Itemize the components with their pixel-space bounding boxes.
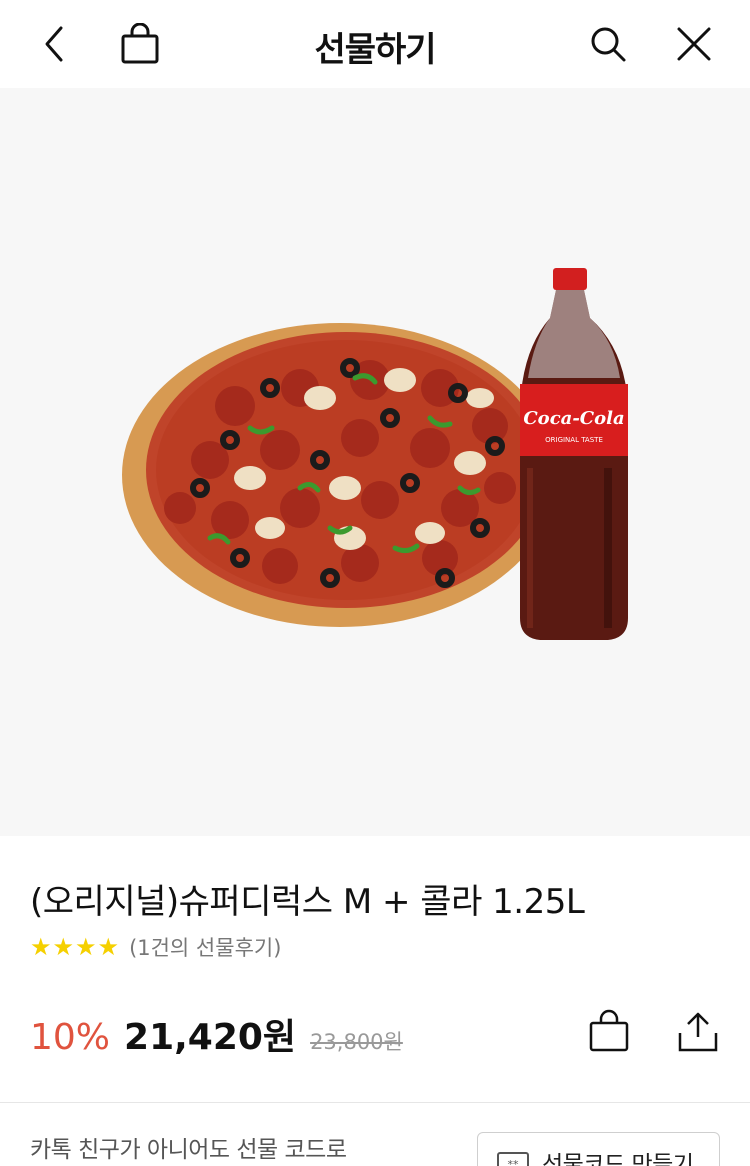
- star-icon: ★: [97, 933, 120, 961]
- product-image: Coca-Cola ORIGINAL TASTE: [0, 88, 750, 836]
- add-to-cart-button[interactable]: [584, 1006, 634, 1056]
- gift-code-description: 카톡 친구가 아니어도 선물 코드로: [30, 1137, 347, 1163]
- product-title: (오리지널)슈퍼디럭스 M + 콜라 1.25L: [30, 882, 585, 922]
- search-button[interactable]: [582, 18, 634, 70]
- search-icon: [591, 27, 626, 62]
- review-count[interactable]: (1건의 선물후기): [129, 932, 281, 962]
- price-row: 10% 21,420원 23,800원: [30, 1008, 403, 1058]
- pizza-cola-illustration: Coca-Cola ORIGINAL TASTE: [122, 268, 628, 640]
- star-icon: ★: [30, 933, 52, 961]
- svg-text:**: **: [508, 1158, 520, 1166]
- cola-logo-text: Coca-Cola: [523, 408, 624, 429]
- star-rating: ★ ★ ★ ★: [30, 934, 119, 960]
- share-button[interactable]: [673, 1006, 723, 1056]
- top-bar: 선물하기: [0, 0, 750, 88]
- page-title: 선물하기: [314, 30, 436, 70]
- gift-code-icon: **: [497, 1152, 529, 1166]
- sale-price: 21,420원: [124, 1017, 297, 1058]
- star-icon: ★: [52, 933, 75, 961]
- discount-rate: 10%: [30, 1017, 111, 1058]
- original-price: 23,800원: [310, 1030, 403, 1054]
- share-icon: [678, 1012, 718, 1052]
- close-button[interactable]: [668, 18, 720, 70]
- section-divider: [0, 1102, 750, 1103]
- cola-bottle-image: Coca-Cola ORIGINAL TASTE: [520, 268, 628, 640]
- pizza-image: [122, 323, 558, 627]
- create-gift-code-button[interactable]: ** 선물코드 만들기: [477, 1132, 720, 1166]
- close-icon: [677, 27, 711, 61]
- cola-sublabel-text: ORIGINAL TASTE: [545, 436, 603, 444]
- create-gift-code-label: 선물코드 만들기: [542, 1152, 694, 1166]
- rating-row[interactable]: ★ ★ ★ ★ (1건의 선물후기): [30, 932, 281, 962]
- shopping-bag-icon: [589, 1009, 629, 1052]
- star-icon: ★: [75, 933, 97, 961]
